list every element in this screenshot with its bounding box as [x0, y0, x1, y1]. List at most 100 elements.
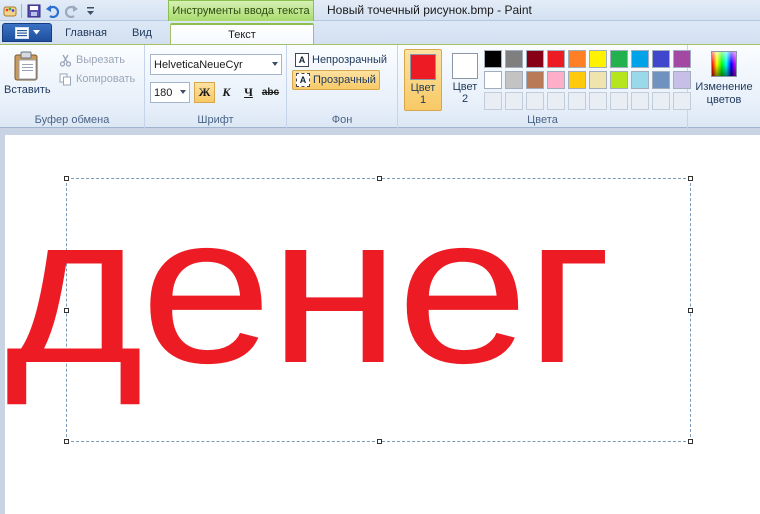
- opaque-icon: A: [295, 53, 309, 67]
- palette-swatch[interactable]: [484, 71, 502, 89]
- font-family-value: HelveticaNeueCyr: [154, 58, 243, 71]
- workspace: денег: [0, 128, 760, 514]
- color1-label-a: Цвет: [410, 82, 436, 94]
- palette-swatch[interactable]: [631, 50, 649, 68]
- resize-handle-right[interactable]: [688, 308, 693, 313]
- palette-swatch-empty[interactable]: [484, 92, 502, 110]
- palette-swatch[interactable]: [526, 50, 544, 68]
- edit-colors-group: Изменение цветов: [688, 45, 760, 128]
- palette-swatch[interactable]: [547, 50, 565, 68]
- quick-access-toolbar: [2, 2, 98, 19]
- paste-label: Вставить: [4, 84, 51, 96]
- color2-label-a: Цвет: [452, 81, 478, 93]
- palette-swatch-empty[interactable]: [505, 92, 523, 110]
- palette-swatch[interactable]: [505, 50, 523, 68]
- color2-swatch: [452, 53, 478, 79]
- palette-swatch[interactable]: [526, 71, 544, 89]
- chevron-down-icon: [180, 90, 186, 94]
- palette-swatch-empty[interactable]: [589, 92, 607, 110]
- undo-icon[interactable]: [45, 3, 60, 18]
- palette-swatch[interactable]: [652, 71, 670, 89]
- font-group: HelveticaNeueCyr 180 Ж К Ч abc Шрифт: [145, 45, 287, 128]
- opaque-option[interactable]: A Непрозрачный: [292, 50, 390, 70]
- paste-button[interactable]: Вставить: [4, 49, 51, 105]
- clipboard-icon: [13, 51, 41, 81]
- edit-colors-label-b: цветов: [706, 94, 742, 106]
- transparent-option[interactable]: A Прозрачный: [292, 70, 380, 90]
- color2-label-b: 2: [461, 93, 469, 105]
- chevron-down-icon: [272, 62, 278, 66]
- palette-swatch[interactable]: [547, 71, 565, 89]
- cut-button[interactable]: Вырезать: [58, 51, 125, 69]
- redo-icon[interactable]: [64, 3, 79, 18]
- resize-handle-top-right[interactable]: [688, 176, 693, 181]
- color1-button[interactable]: Цвет 1: [404, 49, 442, 111]
- resize-handle-bottom[interactable]: [377, 439, 382, 444]
- font-size-value: 180: [154, 86, 173, 99]
- save-icon[interactable]: [26, 3, 41, 18]
- italic-button[interactable]: К: [216, 82, 237, 103]
- tab-text[interactable]: Текст: [170, 23, 314, 44]
- color2-button[interactable]: Цвет 2: [446, 49, 484, 111]
- drawing-canvas[interactable]: денег: [5, 135, 760, 514]
- palette-swatch[interactable]: [652, 50, 670, 68]
- color1-swatch: [410, 54, 436, 80]
- copy-icon: [58, 72, 72, 86]
- scissors-icon: [58, 53, 72, 67]
- transparent-icon: A: [296, 73, 310, 87]
- cut-label: Вырезать: [76, 54, 125, 66]
- palette-swatch[interactable]: [484, 50, 502, 68]
- resize-handle-bottom-left[interactable]: [64, 439, 69, 444]
- palette-swatch-empty[interactable]: [526, 92, 544, 110]
- palette-swatch-empty[interactable]: [568, 92, 586, 110]
- context-tab-title: Инструменты ввода текста: [168, 0, 314, 21]
- resize-handle-bottom-right[interactable]: [688, 439, 693, 444]
- palette-swatch[interactable]: [610, 71, 628, 89]
- colors-group-label: Цвета: [527, 114, 558, 126]
- background-group: A Непрозрачный A Прозрачный Фон: [287, 45, 398, 128]
- canvas-text: денег: [5, 170, 612, 407]
- colors-group: Цвет 1 Цвет 2 Цвета: [398, 45, 691, 128]
- underline-button[interactable]: Ч: [238, 82, 259, 103]
- tab-main[interactable]: Главная: [58, 23, 114, 44]
- clipboard-group: Вставить Вырезать Копировать Буфер обмен…: [0, 45, 145, 128]
- font-group-label: Шрифт: [197, 114, 234, 126]
- clipboard-group-label: Буфер обмена: [34, 114, 110, 126]
- qat-separator: [21, 3, 22, 18]
- font-family-select[interactable]: HelveticaNeueCyr: [150, 54, 282, 75]
- opaque-label: Непрозрачный: [312, 54, 388, 66]
- background-group-label: Фон: [331, 114, 353, 126]
- color-spectrum-icon: [711, 51, 737, 77]
- edit-colors-label-a: Изменение: [695, 81, 753, 93]
- customize-qat-icon[interactable]: [83, 3, 98, 18]
- title-bar: Инструменты ввода текста Новый точечный …: [0, 0, 760, 21]
- strikethrough-button[interactable]: abc: [260, 82, 281, 103]
- palette-swatch-empty[interactable]: [547, 92, 565, 110]
- palette-swatch[interactable]: [589, 71, 607, 89]
- palette-swatch[interactable]: [589, 50, 607, 68]
- app-menu-icon: [14, 26, 29, 39]
- palette-swatch[interactable]: [610, 50, 628, 68]
- palette-swatch-empty[interactable]: [652, 92, 670, 110]
- palette-swatch-empty[interactable]: [631, 92, 649, 110]
- font-size-select[interactable]: 180: [150, 82, 190, 103]
- palette-swatch[interactable]: [505, 71, 523, 89]
- paint-app-icon[interactable]: [2, 3, 17, 18]
- ribbon-tabs: Главная Вид Текст: [0, 21, 760, 44]
- palette-swatch-empty[interactable]: [610, 92, 628, 110]
- color1-label-b: 1: [419, 94, 427, 106]
- palette-swatch[interactable]: [568, 71, 586, 89]
- bold-button[interactable]: Ж: [194, 82, 215, 103]
- chevron-down-icon: [32, 30, 40, 35]
- edit-colors-button[interactable]: Изменение цветов: [694, 49, 754, 107]
- color-palette: [484, 50, 691, 110]
- ribbon: Вставить Вырезать Копировать Буфер обмен…: [0, 44, 760, 128]
- palette-swatch[interactable]: [568, 50, 586, 68]
- copy-button[interactable]: Копировать: [58, 70, 135, 88]
- app-menu-button[interactable]: [2, 23, 52, 42]
- tab-view[interactable]: Вид: [120, 23, 164, 44]
- palette-swatch[interactable]: [631, 71, 649, 89]
- window-title: Новый точечный рисунок.bmp - Paint: [327, 3, 532, 17]
- transparent-label: Прозрачный: [313, 74, 376, 86]
- copy-label: Копировать: [76, 73, 136, 85]
